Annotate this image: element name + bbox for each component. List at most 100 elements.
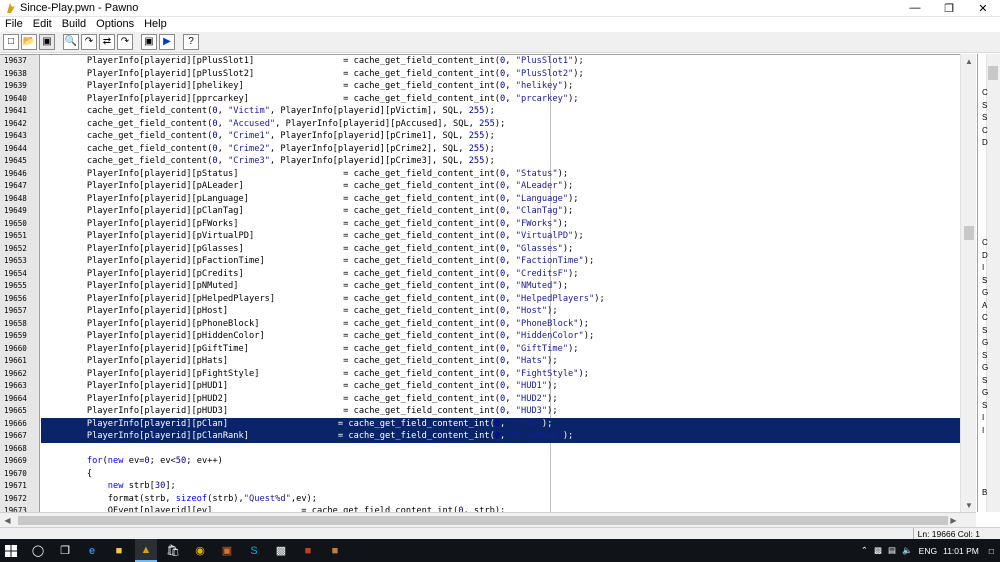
code-text[interactable]: PlayerInfo[playerid][pGlasses] = cache_g… [45, 243, 573, 256]
panel-entry[interactable]: C [982, 238, 988, 247]
panel-entry[interactable]: S [982, 113, 987, 122]
find-icon[interactable]: 🔍 [63, 34, 79, 50]
menu-file[interactable]: File [0, 17, 28, 32]
menu-options[interactable]: Options [91, 17, 139, 32]
help-icon[interactable]: ? [183, 34, 199, 50]
code-text[interactable]: cache_get_field_content(0, "Crime1", Pla… [45, 130, 495, 143]
volume-icon[interactable]: 🔈 [902, 545, 913, 556]
panel-scroll-thumb[interactable] [988, 66, 998, 80]
code-line[interactable]: 19644 cache_get_field_content(0, "Crime2… [4, 143, 976, 156]
vertical-scrollbar[interactable]: ▲ ▼ [960, 54, 976, 512]
save-file-icon[interactable]: ▣ [39, 34, 55, 50]
scroll-right-icon[interactable]: ▶ [946, 513, 961, 528]
new-file-icon[interactable]: □ [3, 34, 19, 50]
code-text[interactable]: PlayerInfo[playerid][pprcarkey] = cache_… [45, 93, 579, 106]
panel-entry[interactable]: S [982, 101, 987, 110]
code-line[interactable]: 19660 PlayerInfo[playerid][pGiftTime] = … [4, 343, 976, 356]
compile-icon[interactable]: ▣ [141, 34, 157, 50]
skype-icon[interactable]: S [243, 539, 265, 562]
panel-entry[interactable]: I [982, 413, 984, 422]
code-line[interactable]: 19652 PlayerInfo[playerid][pGlasses] = c… [4, 243, 976, 256]
code-text[interactable]: cache_get_field_content(0, "Crime2", Pla… [45, 143, 495, 156]
goto-line-icon[interactable]: ↷ [117, 34, 133, 50]
app-window-icon[interactable]: ▩ [270, 539, 292, 562]
scroll-up-icon[interactable]: ▲ [961, 54, 977, 68]
scroll-left-icon[interactable]: ◀ [0, 513, 15, 528]
code-text[interactable]: PlayerInfo[playerid][pCredits] = cache_g… [45, 268, 579, 281]
code-text[interactable]: PlayerInfo[playerid][pPlusSlot1] = cache… [45, 55, 584, 68]
code-line[interactable]: 19639 PlayerInfo[playerid][phelikey] = c… [4, 80, 976, 93]
panel-entry[interactable]: I [982, 263, 984, 272]
scroll-thumb[interactable] [964, 226, 974, 240]
code-text[interactable]: PlayerInfo[playerid][pFactionTime] = cac… [45, 255, 594, 268]
code-text[interactable]: PlayerInfo[playerid][pHUD2] = cache_get_… [45, 393, 558, 406]
code-line[interactable]: 19651 PlayerInfo[playerid][pVirtualPD] =… [4, 230, 976, 243]
edge-browser-icon[interactable]: e [81, 539, 103, 562]
code-line[interactable]: 19665 PlayerInfo[playerid][pHUD3] = cach… [4, 405, 976, 418]
find-next-icon[interactable]: ↷ [81, 34, 97, 50]
code-text[interactable]: PlayerInfo[playerid][pStatus] = cache_ge… [45, 168, 568, 181]
panel-entry[interactable]: I [982, 426, 984, 435]
code-line[interactable]: 19659 PlayerInfo[playerid][pHiddenColor]… [4, 330, 976, 343]
panel-entry[interactable]: S [982, 326, 987, 335]
panel-entry[interactable]: A [982, 301, 987, 310]
search-circle-icon[interactable]: ◯ [27, 539, 49, 562]
store-icon[interactable]: 🛍 [162, 539, 184, 562]
code-text[interactable]: PlayerInfo[playerid][pFWorks] = cache_ge… [45, 218, 568, 231]
code-line[interactable]: 19653 PlayerInfo[playerid][pFactionTime]… [4, 255, 976, 268]
code-text[interactable]: PlayerInfo[playerid][pHUD1] = cache_get_… [45, 380, 558, 393]
code-line[interactable]: 19654 PlayerInfo[playerid][pCredits] = c… [4, 268, 976, 281]
code-line[interactable]: 19657 PlayerInfo[playerid][pHost] = cach… [4, 305, 976, 318]
code-text[interactable]: cache_get_field_content(0, "Victim", Pla… [45, 105, 495, 118]
code-line[interactable]: 19642 cache_get_field_content(0, "Accuse… [4, 118, 976, 131]
language-indicator[interactable]: ENG [919, 546, 937, 556]
app-orange-icon[interactable]: ▣ [216, 539, 238, 562]
code-area[interactable]: 19637 PlayerInfo[playerid][pPlusSlot1] =… [4, 55, 976, 512]
code-line[interactable]: 19672 format(strb, sizeof(strb),"Quest%d… [4, 493, 976, 506]
code-text[interactable]: PlayerInfo[playerid][pPlusSlot2] = cache… [45, 68, 584, 81]
file-explorer-icon[interactable]: ■ [108, 539, 130, 562]
code-line[interactable]: 19658 PlayerInfo[playerid][pPhoneBlock] … [4, 318, 976, 331]
scroll-down-icon[interactable]: ▼ [961, 498, 977, 512]
code-line[interactable]: 19648 PlayerInfo[playerid][pLanguage] = … [4, 193, 976, 206]
code-line[interactable]: 19645 cache_get_field_content(0, "Crime3… [4, 155, 976, 168]
run-icon[interactable]: ▶ [159, 34, 175, 50]
menu-build[interactable]: Build [57, 17, 91, 32]
code-text[interactable]: QEvent[playerid][ev] = cache_get_field_c… [45, 505, 506, 512]
code-line[interactable]: 19649 PlayerInfo[playerid][pClanTag] = c… [4, 205, 976, 218]
panel-entry[interactable]: C [982, 313, 988, 322]
panel-entry[interactable]: G [982, 338, 988, 347]
panel-entry[interactable]: S [982, 351, 987, 360]
code-line[interactable]: 19661 PlayerInfo[playerid][pHats] = cach… [4, 355, 976, 368]
panel-entry[interactable]: G [982, 363, 988, 372]
replace-icon[interactable]: ⇄ [99, 34, 115, 50]
code-text[interactable]: PlayerInfo[playerid][phelikey] = cache_g… [45, 80, 573, 93]
code-line[interactable]: 19668 [4, 443, 976, 456]
code-line[interactable]: 19640 PlayerInfo[playerid][pprcarkey] = … [4, 93, 976, 106]
code-text[interactable]: PlayerInfo[playerid][pALeader] = cache_g… [45, 180, 573, 193]
close-button[interactable]: ✕ [966, 0, 1000, 17]
code-text[interactable]: PlayerInfo[playerid][pHost] = cache_get_… [45, 305, 558, 318]
code-text[interactable]: PlayerInfo[playerid][pHats] = cache_get_… [45, 355, 558, 368]
code-line[interactable]: 19670 { [4, 468, 976, 481]
panel-entry[interactable]: D [982, 251, 988, 260]
code-text[interactable]: PlayerInfo[playerid][pGiftTime] = cache_… [45, 343, 579, 356]
code-text[interactable]: PlayerInfo[playerid][pVirtualPD] = cache… [45, 230, 584, 243]
code-line-selected[interactable]: 19667 PlayerInfo[playerid][pClanRank] = … [4, 430, 976, 443]
panel-entry[interactable]: D [982, 138, 988, 147]
task-view-icon[interactable]: ❐ [54, 539, 76, 562]
code-text[interactable]: cache_get_field_content(0, "Accused", Pl… [45, 118, 505, 131]
code-line[interactable]: 19641 cache_get_field_content(0, "Victim… [4, 105, 976, 118]
code-text[interactable]: PlayerInfo[playerid][pClanTag] = cache_g… [45, 205, 573, 218]
code-line[interactable]: 19664 PlayerInfo[playerid][pHUD2] = cach… [4, 393, 976, 406]
code-text[interactable]: PlayerInfo[playerid][pNMuted] = cache_ge… [45, 280, 568, 293]
code-line[interactable]: 19637 PlayerInfo[playerid][pPlusSlot1] =… [4, 55, 976, 68]
chevron-up-icon[interactable]: ⌃ [861, 545, 868, 556]
pawno-taskbar-icon[interactable]: ▲ [135, 539, 157, 562]
code-text[interactable]: PlayerInfo[playerid][pLanguage] = cache_… [45, 193, 579, 206]
code-line[interactable]: 19643 cache_get_field_content(0, "Crime1… [4, 130, 976, 143]
menu-help[interactable]: Help [139, 17, 172, 32]
start-windows-icon[interactable] [0, 539, 22, 562]
hscroll-thumb[interactable] [18, 516, 948, 525]
clock[interactable]: 11:01 PM [943, 546, 979, 556]
